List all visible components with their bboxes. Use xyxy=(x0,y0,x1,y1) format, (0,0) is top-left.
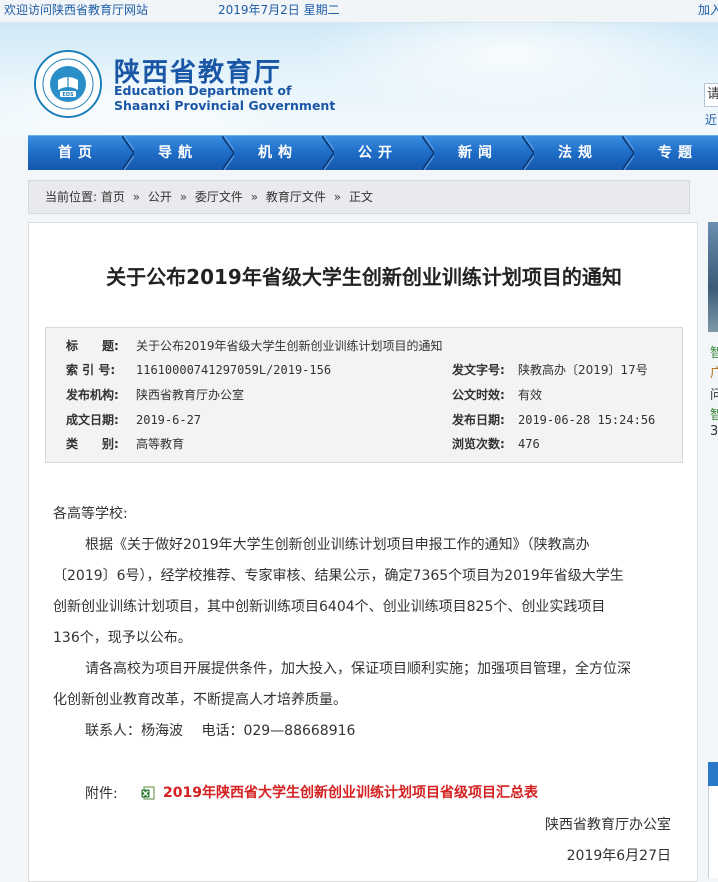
meta-row: 标 题: 关于公布2019年省级大学生创新创业训练计划项目的通知 xyxy=(46,334,684,359)
body-paragraph-line: 〔2019〕6号），经学校推荐、专家审核、结果公示，确定7365个项目为2019… xyxy=(53,568,624,584)
attachment-link[interactable]: 2019年陕西省大学生创新创业训练计划项目省级项目汇总表 xyxy=(163,782,538,802)
meta-views-value: 476 xyxy=(518,437,540,451)
site-header: EDS 陕西省教育厅 Education Department of Shaan… xyxy=(0,23,718,135)
meta-created-label: 成文日期: xyxy=(66,413,119,427)
search-input[interactable]: 请 xyxy=(704,83,718,107)
current-date: 2019年7月2日 星期二 xyxy=(218,3,340,17)
signature-date: 2019年6月27日 xyxy=(566,848,671,864)
department-logo[interactable]: EDS xyxy=(34,50,102,118)
svg-text:EDS: EDS xyxy=(62,92,74,98)
meta-category-label: 类 别: xyxy=(66,437,119,451)
meta-row: 成文日期: 2019-6-27 发布日期: 2019-06-28 15:24:5… xyxy=(46,408,684,433)
meta-title-label: 标 题: xyxy=(66,339,119,353)
breadcrumb-public[interactable]: 公开 xyxy=(148,190,172,204)
sidebar-section-header xyxy=(708,762,718,786)
meta-published-label: 发布日期: xyxy=(452,413,505,427)
meta-title-value: 关于公布2019年省级大学生创新创业训练计划项目的通知 xyxy=(136,339,443,353)
sidebar-text-fragment: 智 xyxy=(710,346,718,361)
meta-issuer-value: 陕西省教育厅办公室 xyxy=(136,388,245,402)
sidebar-text-fragment: 问 xyxy=(710,388,718,403)
meta-validity-value: 有效 xyxy=(518,388,543,402)
signature-org: 陕西省教育厅办公室 xyxy=(545,817,671,833)
meta-docno-label: 发文字号: xyxy=(452,363,505,377)
breadcrumb-prefix: 当前位置: xyxy=(45,190,98,204)
contact-info: 联系人：杨海波 电话：029—88668916 xyxy=(85,723,356,739)
meta-views-label: 浏览次数: xyxy=(452,437,505,451)
body-paragraph-line: 136个，现予以公布。 xyxy=(53,630,192,646)
breadcrumb: 当前位置: 首页 » 公开 » 委厅文件 » 教育厅文件 » 正文 xyxy=(28,180,690,214)
nav-item-public[interactable]: 公开 xyxy=(328,136,428,170)
body-paragraph-line: 创新创业训练计划项目，其中创新训练项目6404个、创业训练项目825个、创业实践… xyxy=(53,599,606,615)
sidebar-box xyxy=(708,786,718,878)
breadcrumb-home[interactable]: 首页 xyxy=(101,190,125,204)
sidebar-text-fragment: 3 xyxy=(710,424,718,439)
meta-docno-value: 陕教高办〔2019〕17号 xyxy=(518,363,648,377)
meta-row: 类 别: 高等教育 浏览次数: 476 xyxy=(46,432,684,457)
breadcrumb-dept-files[interactable]: 委厅文件 xyxy=(195,190,243,204)
meta-index-value: 11610000741297059L/2019-156 xyxy=(136,363,332,377)
body-paragraph-line: 化创新创业教育改革，不断提高人才培养质量。 xyxy=(53,692,347,708)
excel-file-icon xyxy=(141,785,155,800)
site-name-en-line1: Education Department of xyxy=(114,83,292,98)
nav-item-organization[interactable]: 机构 xyxy=(228,136,328,170)
sidebar-photo[interactable] xyxy=(708,222,718,332)
nav-item-news[interactable]: 新闻 xyxy=(428,136,528,170)
welcome-text: 欢迎访问陕西省教育厅网站 xyxy=(4,3,149,17)
sidebar-text-fragment: 广 xyxy=(710,366,718,381)
nav-item-regulations[interactable]: 法规 xyxy=(528,136,628,170)
meta-validity-label: 公文时效: xyxy=(452,388,505,402)
meta-category-value: 高等教育 xyxy=(136,437,185,451)
top-bar: 欢迎访问陕西省教育厅网站 2019年7月2日 星期二 加入 xyxy=(0,0,718,23)
meta-row: 发布机构: 陕西省教育厅办公室 公文时效: 有效 xyxy=(46,383,684,408)
meta-index-label: 索 引 号: xyxy=(66,363,116,377)
hot-search-link[interactable]: 近 xyxy=(705,111,717,128)
article-title: 关于公布2019年省级大学生创新创业训练计划项目的通知 xyxy=(106,265,622,289)
nav-item-guide[interactable]: 导航 xyxy=(128,136,228,170)
article-panel: 关于公布2019年省级大学生创新创业训练计划项目的通知 标 题: 关于公布201… xyxy=(28,222,698,882)
breadcrumb-edu-files[interactable]: 教育厅文件 xyxy=(266,190,326,204)
meta-created-value: 2019-6-27 xyxy=(136,413,202,427)
salutation: 各高等学校: xyxy=(53,506,128,522)
meta-published-value: 2019-06-28 15:24:56 xyxy=(518,413,656,427)
meta-issuer-label: 发布机构: xyxy=(66,388,119,402)
breadcrumb-current: 正文 xyxy=(348,190,373,204)
body-paragraph-line: 请各高校为项目开展提供条件，加大投入，保证项目顺利实施；加强项目管理，全方位深 xyxy=(85,661,631,677)
join-link[interactable]: 加入 xyxy=(698,0,718,20)
article-meta-table: 标 题: 关于公布2019年省级大学生创新创业训练计划项目的通知 索 引 号: … xyxy=(45,327,683,463)
site-name-en-line2: Shaanxi Provincial Government xyxy=(114,98,336,113)
meta-row: 索 引 号: 11610000741297059L/2019-156 发文字号:… xyxy=(46,358,684,383)
attachment-label: 附件: xyxy=(85,786,118,802)
nav-item-home[interactable]: 首页 xyxy=(28,136,128,170)
nav-item-topics[interactable]: 专题 xyxy=(628,136,718,170)
sidebar-text-fragment: 智 xyxy=(710,408,718,423)
body-paragraph-line: 根据《关于做好2019年大学生创新创业训练计划项目申报工作的通知》（陕教高办 xyxy=(85,537,590,553)
main-nav: 首页 导航 机构 公开 新闻 法规 专题 xyxy=(28,135,718,170)
